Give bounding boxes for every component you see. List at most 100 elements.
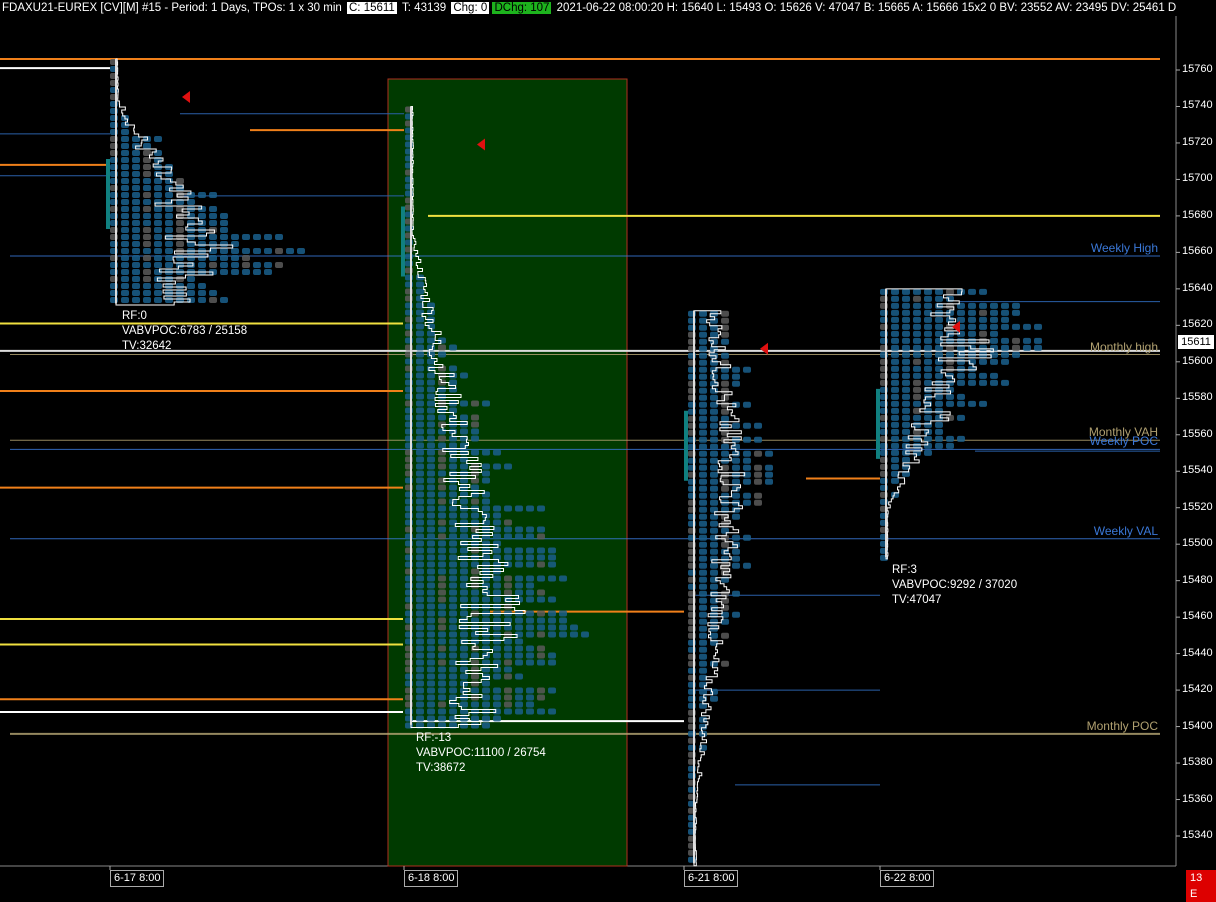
tpo-block: [559, 624, 567, 631]
tpo-block: [710, 695, 718, 702]
tpo-block: [710, 618, 718, 625]
tpo-block: [515, 575, 523, 582]
tpo-block: [438, 526, 446, 533]
tpo-block: [699, 352, 707, 359]
tpo-block: [482, 680, 490, 687]
tpo-block: [710, 450, 718, 457]
tpo-block: [710, 562, 718, 569]
tpo-block: [732, 366, 740, 373]
tpo-block: [710, 429, 718, 436]
session-stats: 2021-06-22 08:00:20 H: 15640 L: 15493 O:…: [556, 2, 1176, 14]
tpo-block: [743, 457, 751, 464]
tpo-block: [548, 631, 556, 638]
tpo-block: [515, 533, 523, 540]
tpo-block: [438, 463, 446, 470]
tpo-block: [121, 192, 129, 199]
tpo-block: [231, 241, 239, 248]
tpo-block: [416, 470, 424, 477]
session-tv-label: TV:32642: [122, 340, 172, 353]
tpo-block: [946, 393, 954, 400]
tpo-block: [427, 421, 435, 428]
tpo-block: [209, 241, 217, 248]
tpo-block: [710, 415, 718, 422]
tpo-block: [438, 582, 446, 589]
tpo-block: [438, 694, 446, 701]
tpo-block: [198, 192, 206, 199]
tpo-block: [699, 653, 707, 660]
tpo-block: [913, 337, 921, 344]
tpo-block: [990, 379, 998, 386]
tpo-block: [493, 533, 501, 540]
session-vabvpoc-label: VABVPOC:6783 / 25158: [122, 325, 248, 338]
tpo-block: [570, 624, 578, 631]
composite-level-label: Weekly High: [1090, 241, 1158, 256]
tpo-block: [699, 387, 707, 394]
price-axis[interactable]: [1176, 0, 1216, 887]
tpo-block: [902, 323, 910, 330]
tpo-block: [209, 262, 217, 269]
tpo-block: [710, 317, 718, 324]
tpo-block: [449, 596, 457, 603]
tpo-block: [449, 645, 457, 652]
tpo-block: [482, 400, 490, 407]
tpo-block: [526, 631, 534, 638]
tpo-block: [732, 590, 740, 597]
tpo-block: [264, 262, 272, 269]
tpo-block: [891, 372, 899, 379]
tpo-block: [427, 358, 435, 365]
tpo-block: [143, 255, 151, 262]
tpo-block: [515, 652, 523, 659]
tpo-block: [935, 435, 943, 442]
tpo-block: [891, 449, 899, 456]
tpo-block: [416, 358, 424, 365]
tpo-block: [537, 561, 545, 568]
tpo-block: [482, 694, 490, 701]
tpo-block: [449, 568, 457, 575]
tpo-block: [946, 351, 954, 358]
tpo-block: [427, 694, 435, 701]
tpo-block: [198, 262, 206, 269]
tpo-block: [416, 456, 424, 463]
tpo-block: [427, 498, 435, 505]
tpo-block: [438, 575, 446, 582]
tpo-block: [154, 283, 162, 290]
tpo-block: [438, 442, 446, 449]
tpo-block: [1012, 337, 1020, 344]
tpo-block: [699, 548, 707, 555]
tpo-block: [165, 297, 173, 304]
tpo-block: [427, 428, 435, 435]
tpo-block: [471, 435, 479, 442]
tpo-block: [416, 414, 424, 421]
tpo-block: [732, 380, 740, 387]
tpo-block: [427, 449, 435, 456]
tpo-block: [710, 478, 718, 485]
tpo-block: [968, 323, 976, 330]
price-tick-label: 15520: [1182, 500, 1213, 513]
tpo-block: [548, 687, 556, 694]
tpo-block: [416, 477, 424, 484]
tpo-block: [504, 533, 512, 540]
tpo-block: [416, 568, 424, 575]
tpo-block: [121, 241, 129, 248]
tpo-block: [132, 262, 140, 269]
tpo-block: [913, 351, 921, 358]
tpo-block: [416, 316, 424, 323]
tpo-block: [913, 393, 921, 400]
tpo-block: [416, 687, 424, 694]
market-profile-chart[interactable]: [0, 0, 1216, 887]
tpo-block: [979, 323, 987, 330]
tpo-block: [699, 359, 707, 366]
tpo-block: [1012, 323, 1020, 330]
tpo-block: [416, 498, 424, 505]
tpo-block: [143, 206, 151, 213]
tpo-block: [526, 561, 534, 568]
tpo-block: [699, 331, 707, 338]
price-tick-label: 15760: [1182, 63, 1213, 75]
tpo-block: [913, 358, 921, 365]
tpo-block: [154, 241, 162, 248]
tpo-block: [548, 708, 556, 715]
tpo-block: [187, 220, 195, 227]
tpo-block: [979, 288, 987, 295]
tpo-block: [515, 638, 523, 645]
tpo-block: [924, 330, 932, 337]
